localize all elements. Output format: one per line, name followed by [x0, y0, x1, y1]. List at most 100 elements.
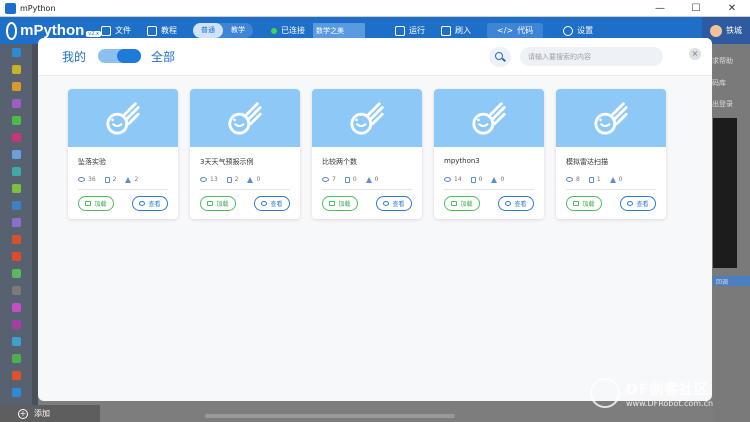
- category-item[interactable]: [0, 146, 32, 163]
- eye-icon: [261, 201, 268, 206]
- category-item[interactable]: [0, 197, 32, 214]
- category-item[interactable]: [0, 316, 32, 333]
- like-count: 0: [478, 176, 483, 183]
- project-title: 3天天气预报示例: [200, 158, 254, 166]
- horizontal-scrollbar[interactable]: [205, 414, 455, 418]
- category-item[interactable]: [0, 112, 32, 129]
- logout-link[interactable]: 出登录: [712, 99, 733, 109]
- view-label: 查看: [514, 201, 527, 208]
- category-item[interactable]: [0, 265, 32, 282]
- category-swatch-icon: [11, 388, 21, 397]
- category-item[interactable]: [0, 367, 32, 384]
- category-swatch-icon: [11, 235, 21, 244]
- category-item[interactable]: [0, 231, 32, 248]
- star-count: 0: [374, 176, 379, 183]
- category-item[interactable]: [0, 299, 32, 316]
- category-swatch-icon: [11, 371, 21, 380]
- minimize-button[interactable]: —: [642, 0, 678, 17]
- load-icon: [85, 201, 92, 206]
- close-dialog-button[interactable]: ×: [689, 48, 701, 60]
- search-input[interactable]: [520, 47, 663, 66]
- category-item[interactable]: [0, 44, 32, 61]
- help-link[interactable]: 求帮助: [712, 56, 733, 66]
- settings-label: 设置: [577, 26, 594, 35]
- load-button[interactable]: 加载: [322, 196, 358, 211]
- example-projects-dialog: 我的 全部 × 坠落实验 36 2 2: [38, 38, 712, 401]
- eye-icon: [200, 177, 207, 182]
- load-button[interactable]: 加载: [78, 196, 114, 211]
- load-button[interactable]: 加载: [200, 196, 236, 211]
- comet-logo-icon: [350, 102, 384, 135]
- view-button[interactable]: 查看: [620, 196, 656, 211]
- tab-mine[interactable]: 我的: [62, 48, 86, 65]
- add-extension-bar[interactable]: + 添加: [0, 405, 100, 422]
- view-count: 14: [454, 176, 462, 183]
- run-label: 运行: [409, 26, 425, 35]
- mode-normal[interactable]: 普通: [193, 23, 223, 38]
- maximize-button[interactable]: ☐: [678, 0, 714, 17]
- category-item[interactable]: [0, 129, 32, 146]
- view-button[interactable]: 查看: [498, 196, 534, 211]
- view-count: 36: [88, 176, 96, 183]
- dialog-header: 我的 全部 ×: [38, 38, 712, 76]
- category-item[interactable]: [0, 163, 32, 180]
- mode-teach[interactable]: 教学: [223, 23, 253, 38]
- project-stats: 8 1 0: [566, 176, 666, 183]
- load-label: 加载: [338, 201, 351, 208]
- category-item[interactable]: [0, 333, 32, 350]
- project-card[interactable]: 模拟雷达扫描 8 1 0 加载 查看: [556, 89, 666, 219]
- project-card[interactable]: 坠落实验 36 2 2 加载 查看: [68, 89, 178, 219]
- project-stats: 13 2 0: [200, 176, 300, 183]
- category-swatch-icon: [11, 337, 21, 346]
- category-item[interactable]: [0, 95, 32, 112]
- tab-all[interactable]: 全部: [151, 48, 175, 65]
- thumbs-up-icon: [226, 176, 232, 183]
- project-card[interactable]: 比较两个数 7 0 0 加载 查看: [312, 89, 422, 219]
- logo: mPython v2.x: [6, 21, 101, 40]
- category-item[interactable]: [0, 78, 32, 95]
- eye-icon: [322, 177, 329, 182]
- view-button[interactable]: 查看: [254, 196, 290, 211]
- file-menu[interactable]: 文件: [101, 25, 131, 36]
- card-divider: [566, 189, 656, 190]
- search-icon[interactable]: [489, 47, 511, 67]
- flash-button[interactable]: 刷入: [441, 25, 471, 36]
- project-card[interactable]: mpython3 14 0 0 加载 查看: [434, 89, 544, 219]
- category-item[interactable]: [0, 214, 32, 231]
- load-button[interactable]: 加载: [444, 196, 480, 211]
- category-item[interactable]: [0, 248, 32, 265]
- load-button[interactable]: 加载: [566, 196, 602, 211]
- category-swatch-icon: [11, 286, 21, 295]
- project-thumbnail: [68, 89, 178, 147]
- scope-toggle[interactable]: [98, 49, 141, 63]
- file-icon: [101, 25, 111, 36]
- run-button[interactable]: 运行: [395, 25, 425, 36]
- project-name-field[interactable]: 数学之美: [313, 22, 365, 39]
- load-icon: [573, 201, 580, 206]
- eye-icon: [444, 177, 451, 182]
- connection-status[interactable]: 已连接: [271, 25, 305, 36]
- view-button[interactable]: 查看: [132, 196, 168, 211]
- flash-icon: [441, 25, 451, 36]
- tutorial-menu[interactable]: 教程: [147, 25, 177, 36]
- category-swatch-icon: [11, 201, 21, 210]
- callback-toggle-bar[interactable]: 回调: [713, 276, 750, 286]
- close-window-button[interactable]: ✕: [714, 0, 750, 17]
- category-item[interactable]: [0, 180, 32, 197]
- eye-icon: [505, 201, 512, 206]
- add-label: 添加: [34, 409, 50, 418]
- code-label: 代码: [517, 26, 534, 35]
- category-item[interactable]: [0, 350, 32, 367]
- category-item[interactable]: [0, 61, 32, 78]
- project-card[interactable]: 3天天气预报示例 13 2 0 加载 查看: [190, 89, 300, 219]
- view-button[interactable]: 查看: [376, 196, 412, 211]
- library-link[interactable]: 码库: [712, 78, 726, 88]
- category-item[interactable]: [0, 384, 32, 401]
- code-button[interactable]: </> 代码: [487, 22, 544, 39]
- category-swatch-icon: [11, 99, 21, 108]
- callback-toggle-label: 回调: [716, 279, 729, 286]
- logo-icon: [6, 21, 18, 40]
- category-item[interactable]: [0, 282, 32, 299]
- card-divider: [200, 189, 290, 190]
- settings-button[interactable]: 设置: [563, 25, 593, 36]
